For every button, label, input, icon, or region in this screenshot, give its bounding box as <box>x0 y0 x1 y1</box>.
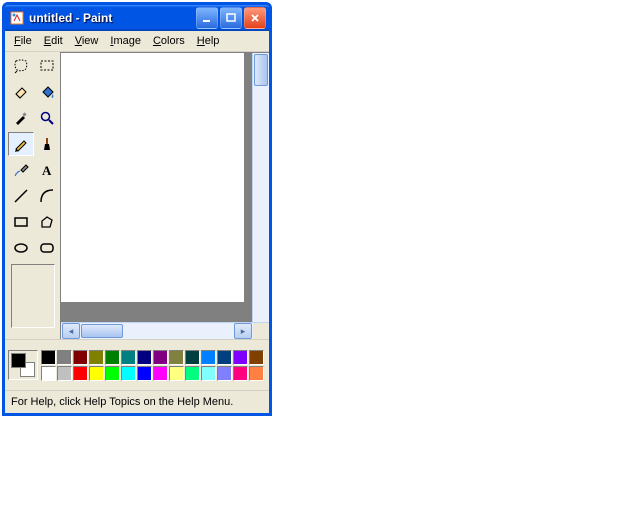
tool-options <box>11 264 55 328</box>
magnifier-icon <box>39 110 55 126</box>
rectangle-icon <box>13 214 29 230</box>
close-button[interactable] <box>244 7 266 29</box>
color-swatch[interactable] <box>57 366 72 381</box>
color-swatch[interactable] <box>153 350 168 365</box>
menubar: File Edit View Image Colors Help <box>5 31 269 52</box>
foreground-color-swatch <box>11 353 26 368</box>
color-indicator[interactable] <box>8 350 38 380</box>
color-swatch[interactable] <box>41 350 56 365</box>
status-text: For Help, click Help Topics on the Help … <box>11 396 233 408</box>
eraser-icon <box>13 84 29 100</box>
status-bar: For Help, click Help Topics on the Help … <box>5 390 269 413</box>
maximize-button[interactable] <box>220 7 242 29</box>
minimize-button[interactable] <box>196 7 218 29</box>
tool-color-picker[interactable] <box>8 106 34 130</box>
text-icon: A <box>39 162 55 178</box>
color-swatch[interactable] <box>217 366 232 381</box>
pencil-icon <box>13 136 29 152</box>
tool-brush[interactable] <box>34 132 60 156</box>
airbrush-icon <box>13 162 29 178</box>
color-swatch[interactable] <box>201 366 216 381</box>
canvas[interactable] <box>61 53 244 302</box>
color-picker-icon <box>13 110 29 126</box>
toolbox: A <box>5 52 60 339</box>
color-swatch[interactable] <box>201 350 216 365</box>
menu-view[interactable]: View <box>69 33 105 49</box>
polygon-icon <box>39 214 55 230</box>
tool-text[interactable]: A <box>34 158 60 182</box>
titlebar[interactable]: untitled - Paint <box>5 5 269 31</box>
color-swatch[interactable] <box>89 366 104 381</box>
color-swatch[interactable] <box>217 350 232 365</box>
horizontal-scrollbar[interactable]: ◂ ▸ <box>61 322 269 339</box>
color-swatch[interactable] <box>105 350 120 365</box>
color-swatch[interactable] <box>185 366 200 381</box>
color-swatch[interactable] <box>185 350 200 365</box>
tool-polygon[interactable] <box>34 210 60 234</box>
color-swatch[interactable] <box>57 350 72 365</box>
rounded-rectangle-icon <box>39 240 55 256</box>
color-swatch[interactable] <box>249 350 264 365</box>
menu-help[interactable]: Help <box>191 33 226 49</box>
tool-eraser[interactable] <box>8 80 34 104</box>
color-swatch[interactable] <box>73 366 88 381</box>
tool-ellipse[interactable] <box>8 236 34 260</box>
color-swatch[interactable] <box>233 366 248 381</box>
app-icon <box>9 10 25 26</box>
color-swatch[interactable] <box>105 366 120 381</box>
brush-icon <box>39 136 55 152</box>
color-swatch[interactable] <box>41 366 56 381</box>
tool-fill-bucket[interactable] <box>34 80 60 104</box>
canvas-area <box>61 53 269 322</box>
fill-bucket-icon <box>39 84 55 100</box>
tool-pencil[interactable] <box>8 132 34 156</box>
tool-magnifier[interactable] <box>34 106 60 130</box>
curve-icon <box>39 188 55 204</box>
menu-edit[interactable]: Edit <box>38 33 69 49</box>
menu-image[interactable]: Image <box>104 33 147 49</box>
free-form-select-icon <box>13 58 29 74</box>
canvas-container: ◂ ▸ <box>60 52 269 339</box>
color-palette-bar <box>5 339 269 390</box>
tool-airbrush[interactable] <box>8 158 34 182</box>
hscroll-thumb[interactable] <box>81 324 123 338</box>
ellipse-icon <box>13 240 29 256</box>
color-swatch[interactable] <box>249 366 264 381</box>
tool-free-form-select[interactable] <box>8 54 34 78</box>
menu-file[interactable]: File <box>8 33 38 49</box>
line-icon <box>13 188 29 204</box>
color-swatch[interactable] <box>137 366 152 381</box>
color-swatch[interactable] <box>89 350 104 365</box>
tool-rounded-rectangle[interactable] <box>34 236 60 260</box>
color-swatch[interactable] <box>121 366 136 381</box>
menu-colors[interactable]: Colors <box>147 33 191 49</box>
color-swatch[interactable] <box>121 350 136 365</box>
color-swatch[interactable] <box>233 350 248 365</box>
vertical-scrollbar[interactable] <box>252 53 269 322</box>
color-swatch[interactable] <box>169 366 184 381</box>
color-swatch[interactable] <box>169 350 184 365</box>
vscroll-thumb[interactable] <box>254 54 268 86</box>
color-swatch[interactable] <box>153 366 168 381</box>
color-swatch[interactable] <box>137 350 152 365</box>
tool-rectangle[interactable] <box>8 210 34 234</box>
hscroll-left-button[interactable]: ◂ <box>62 323 80 339</box>
rectangle-select-icon <box>39 58 55 74</box>
tool-rectangle-select[interactable] <box>34 54 60 78</box>
scroll-grip <box>253 323 269 339</box>
tool-line[interactable] <box>8 184 34 208</box>
svg-text:A: A <box>42 163 52 178</box>
color-palette <box>41 350 264 381</box>
window-buttons <box>196 7 266 29</box>
paint-window: untitled - Paint File Edit View Image Co… <box>2 2 272 416</box>
color-swatch[interactable] <box>73 350 88 365</box>
tool-curve[interactable] <box>34 184 60 208</box>
work-area: A ◂ ▸ <box>5 52 269 339</box>
hscroll-right-button[interactable]: ▸ <box>234 323 252 339</box>
window-title: untitled - Paint <box>29 11 196 25</box>
